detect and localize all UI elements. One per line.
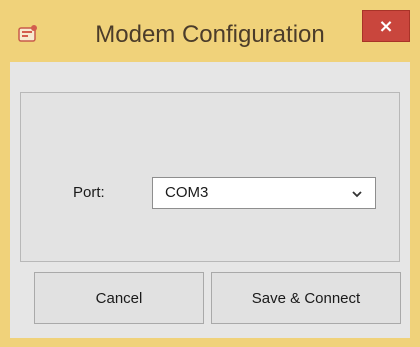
dialog-body: Port: COM3 Cancel Save & Connect — [10, 62, 410, 338]
port-label: Port: — [73, 184, 105, 201]
window-title: Modem Configuration — [95, 21, 325, 48]
cancel-button[interactable]: Cancel — [34, 272, 204, 324]
connection-groupbox: Port: COM3 — [20, 92, 400, 262]
port-select-value: COM3 — [165, 184, 209, 201]
close-icon: × — [378, 15, 394, 37]
close-button[interactable]: × — [362, 10, 410, 42]
chevron-down-icon — [351, 187, 363, 199]
title-bar[interactable]: Modem Configuration × — [0, 0, 420, 62]
save-connect-button[interactable]: Save & Connect — [211, 272, 401, 324]
port-select[interactable]: COM3 — [152, 177, 376, 209]
modem-configuration-window: Modem Configuration × Port: COM3 Cancel … — [0, 0, 420, 347]
